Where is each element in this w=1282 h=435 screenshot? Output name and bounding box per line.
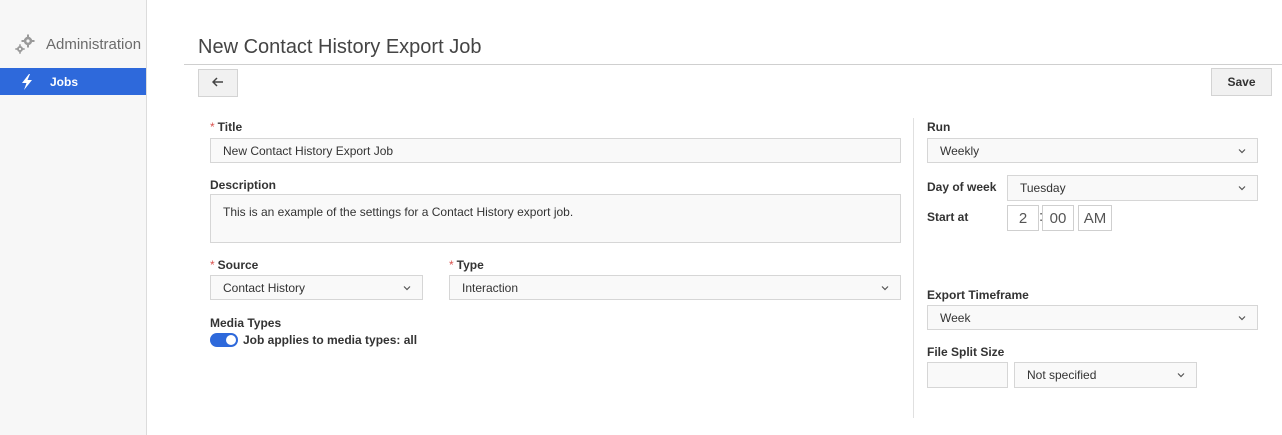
start-at-label: Start at: [927, 210, 969, 224]
arrow-left-icon: [211, 74, 224, 92]
start-ampm-toggle[interactable]: AM: [1078, 205, 1112, 231]
sidebar-item-label: Jobs: [50, 74, 79, 89]
lightning-bolt-icon: [20, 73, 34, 90]
page-title: New Contact History Export Job: [198, 36, 482, 58]
type-label: * Type: [449, 258, 484, 272]
sidebar: Administration Jobs: [0, 0, 147, 435]
media-types-toggle-label: Job applies to media types: all: [243, 333, 418, 347]
divider: [184, 64, 1282, 65]
file-split-size-input[interactable]: [927, 362, 1008, 388]
required-marker: *: [210, 120, 215, 134]
chevron-down-icon: [1238, 315, 1246, 320]
source-select[interactable]: Contact History: [210, 275, 423, 300]
run-select[interactable]: Weekly: [927, 138, 1258, 163]
type-select[interactable]: Interaction: [449, 275, 901, 300]
chevron-down-icon: [881, 285, 889, 290]
start-minute-input[interactable]: 00: [1042, 205, 1074, 231]
description-label: Description: [210, 178, 277, 192]
source-label: * Source: [210, 258, 259, 272]
chevron-down-icon: [1238, 186, 1246, 191]
chevron-down-icon: [1177, 373, 1185, 378]
media-types-toggle[interactable]: [210, 333, 238, 347]
description-textarea[interactable]: This is an example of the settings for a…: [210, 194, 901, 243]
column-divider: [913, 118, 914, 418]
chevron-down-icon: [403, 285, 411, 290]
day-of-week-label: Day of week: [927, 180, 997, 194]
sidebar-header-label: Administration: [46, 35, 142, 53]
file-split-size-label: File Split Size: [927, 345, 1005, 359]
file-split-unit-select[interactable]: Not specified: [1014, 362, 1197, 388]
required-marker: *: [449, 258, 454, 272]
chevron-down-icon: [1238, 148, 1246, 153]
export-timeframe-select[interactable]: Week: [927, 305, 1258, 330]
gears-icon: [12, 31, 38, 57]
day-of-week-select[interactable]: Tuesday: [1007, 175, 1258, 201]
required-marker: *: [210, 258, 215, 272]
media-types-label: Media Types: [210, 316, 282, 330]
sidebar-header: Administration: [0, 28, 146, 60]
title-input[interactable]: New Contact History Export Job: [210, 138, 901, 163]
start-hour-input[interactable]: 2: [1007, 205, 1039, 231]
title-label: * Title: [210, 120, 243, 134]
toggle-knob: [226, 335, 236, 345]
back-button[interactable]: [198, 69, 238, 97]
run-label: Run: [927, 120, 951, 134]
sidebar-item-jobs[interactable]: Jobs: [0, 68, 146, 95]
save-button[interactable]: Save: [1211, 68, 1272, 96]
export-timeframe-label: Export Timeframe: [927, 288, 1029, 302]
